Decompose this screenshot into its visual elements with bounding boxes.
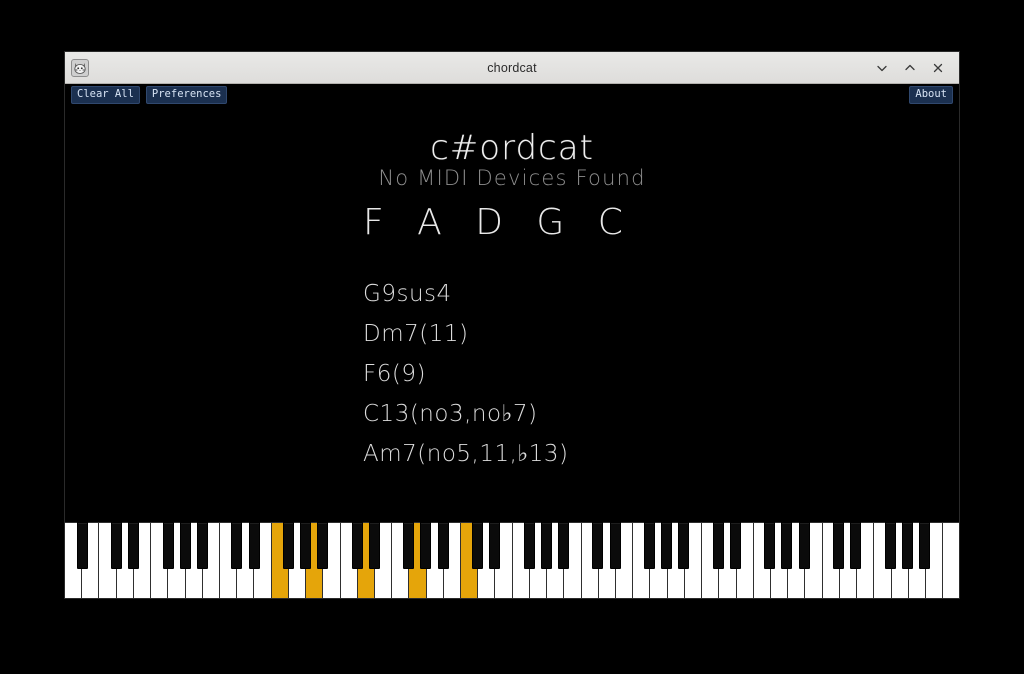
piano-white-key[interactable] bbox=[512, 522, 530, 598]
piano-white-key[interactable] bbox=[374, 522, 393, 598]
piano-white-key[interactable] bbox=[943, 522, 959, 598]
maximize-button[interactable] bbox=[897, 55, 923, 81]
piano-white-key[interactable] bbox=[202, 522, 220, 598]
piano-white-key[interactable] bbox=[908, 522, 926, 598]
chord-item[interactable]: G9sus4 bbox=[363, 274, 569, 314]
piano-white-key[interactable] bbox=[271, 522, 289, 598]
screen: chordcat Clear All Preferences About c#o… bbox=[0, 0, 1024, 674]
chord-item[interactable]: C13(no3,no♭7) bbox=[363, 394, 569, 434]
piano-white-key[interactable] bbox=[151, 522, 169, 598]
piano-white-key[interactable] bbox=[116, 522, 134, 598]
piano-white-key[interactable] bbox=[443, 522, 462, 598]
piano-white-key[interactable] bbox=[65, 522, 83, 598]
close-button[interactable] bbox=[925, 55, 951, 81]
piano-white-key[interactable] bbox=[254, 522, 272, 598]
piano-white-key[interactable] bbox=[133, 522, 152, 598]
app-window: chordcat Clear All Preferences About c#o… bbox=[64, 51, 960, 599]
piano-white-key[interactable] bbox=[564, 522, 582, 598]
piano-white-key[interactable] bbox=[805, 522, 823, 598]
window-title: chordcat bbox=[487, 60, 537, 75]
piano-white-key[interactable] bbox=[822, 522, 840, 598]
clear-all-button[interactable]: Clear All bbox=[71, 86, 140, 104]
piano-white-key[interactable] bbox=[323, 522, 341, 598]
minimize-button[interactable] bbox=[869, 55, 895, 81]
main-canvas: c#ordcat No MIDI Devices Found F A D G C… bbox=[65, 106, 959, 598]
piano-white-key[interactable] bbox=[426, 522, 444, 598]
midi-status-text: No MIDI Devices Found bbox=[378, 166, 646, 190]
piano-white-key[interactable] bbox=[461, 522, 479, 598]
piano-white-key[interactable] bbox=[357, 522, 375, 598]
piano-white-key[interactable] bbox=[633, 522, 651, 598]
piano-white-key[interactable] bbox=[529, 522, 548, 598]
chord-item[interactable]: F6(9) bbox=[363, 354, 569, 394]
window-controls bbox=[869, 55, 959, 81]
piano-white-key[interactable] bbox=[288, 522, 307, 598]
piano-white-key[interactable] bbox=[891, 522, 909, 598]
piano-white-key[interactable] bbox=[340, 522, 358, 598]
piano-white-key[interactable] bbox=[547, 522, 565, 598]
piano-white-key[interactable] bbox=[185, 522, 203, 598]
piano-white-key[interactable] bbox=[719, 522, 737, 598]
piano-white-key[interactable] bbox=[684, 522, 703, 598]
app-toolbar: Clear All Preferences About bbox=[65, 84, 959, 106]
piano-white-key[interactable] bbox=[667, 522, 685, 598]
piano-keyboard[interactable] bbox=[65, 522, 959, 598]
piano-white-key[interactable] bbox=[392, 522, 410, 598]
piano-white-key[interactable] bbox=[99, 522, 117, 598]
piano-white-key[interactable] bbox=[306, 522, 324, 598]
preferences-button[interactable]: Preferences bbox=[145, 86, 228, 104]
piano-white-key[interactable] bbox=[168, 522, 186, 598]
piano-white-key[interactable] bbox=[219, 522, 238, 598]
window-titlebar[interactable]: chordcat bbox=[65, 52, 959, 84]
piano-white-key[interactable] bbox=[581, 522, 599, 598]
piano-white-key[interactable] bbox=[495, 522, 513, 598]
chord-item[interactable]: Am7(no5,11,♭13) bbox=[363, 434, 569, 474]
piano-white-key[interactable] bbox=[409, 522, 427, 598]
about-button[interactable]: About bbox=[909, 86, 953, 104]
white-keys-group bbox=[65, 522, 959, 598]
piano-white-key[interactable] bbox=[237, 522, 255, 598]
piano-white-key[interactable] bbox=[82, 522, 100, 598]
piano-white-key[interactable] bbox=[874, 522, 892, 598]
piano-white-key[interactable] bbox=[478, 522, 496, 598]
piano-white-key[interactable] bbox=[616, 522, 634, 598]
piano-white-key[interactable] bbox=[788, 522, 806, 598]
piano-white-key[interactable] bbox=[839, 522, 858, 598]
piano-white-key[interactable] bbox=[857, 522, 875, 598]
chord-item[interactable]: Dm7(11) bbox=[363, 314, 569, 354]
piano-white-key[interactable] bbox=[598, 522, 616, 598]
page-title: c#ordcat bbox=[430, 128, 594, 168]
cat-face-icon bbox=[71, 58, 89, 77]
piano-white-key[interactable] bbox=[753, 522, 771, 598]
piano-white-key[interactable] bbox=[770, 522, 789, 598]
piano-white-key[interactable] bbox=[650, 522, 668, 598]
piano-white-key[interactable] bbox=[925, 522, 944, 598]
chord-suggestion-list: G9sus4 Dm7(11) F6(9) C13(no3,no♭7) Am7(n… bbox=[363, 274, 569, 474]
piano-white-key[interactable] bbox=[702, 522, 720, 598]
piano-white-key[interactable] bbox=[736, 522, 754, 598]
selected-notes-row: F A D G C bbox=[363, 202, 634, 243]
